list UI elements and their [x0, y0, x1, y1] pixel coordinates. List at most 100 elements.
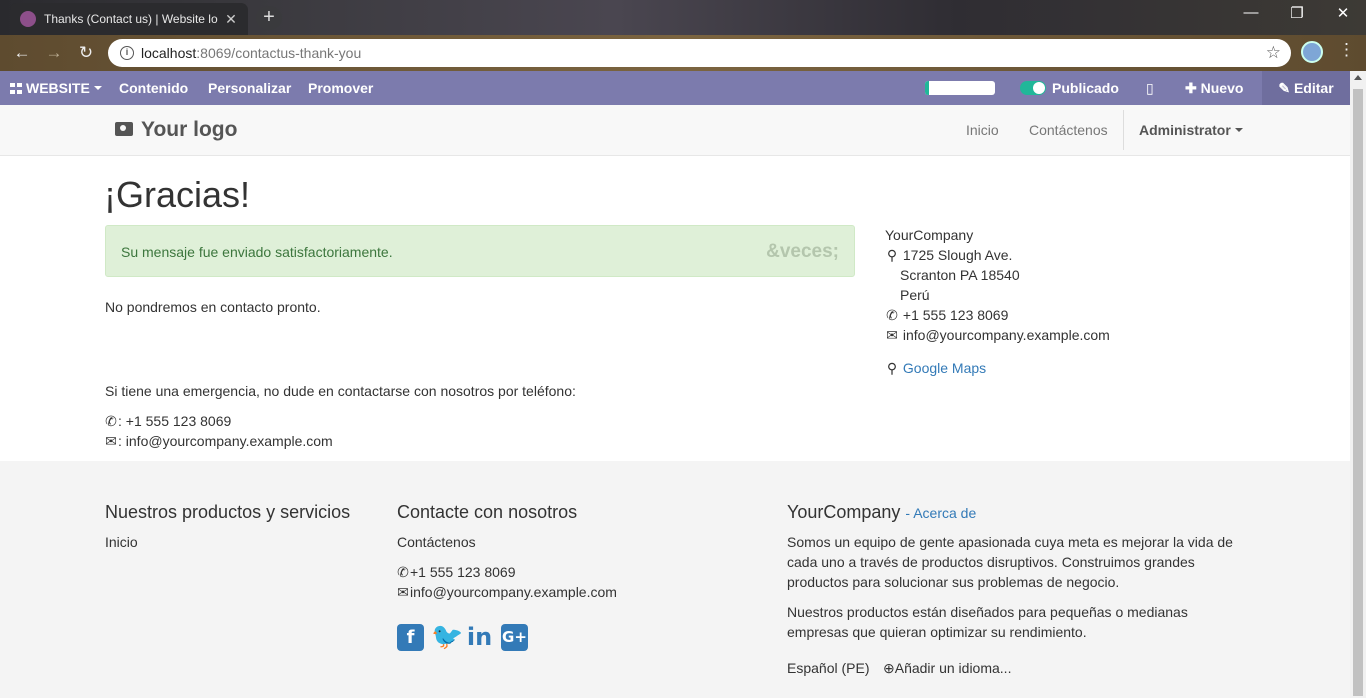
browser-tab[interactable]: Thanks (Contact us) | Website lo ✕	[10, 3, 248, 35]
alert-message: Su mensaje fue enviado satisfactoriament…	[121, 244, 393, 260]
google-maps-link[interactable]: Google Maps	[903, 360, 986, 376]
url-path: :8069/contactus-thank-you	[196, 45, 362, 61]
footer-about-line-2: cada uno a través de productos disruptiv…	[787, 554, 1195, 570]
profile-avatar[interactable]	[1301, 41, 1323, 63]
google-plus-icon[interactable]: G+	[501, 624, 528, 651]
footer-about-line-3: productos para solucionar sus problemas …	[787, 574, 1120, 590]
page-title: ¡Gracias!	[104, 174, 251, 215]
seo-progress-bar	[925, 81, 995, 95]
phone-icon: ✆	[105, 413, 117, 429]
address-bar[interactable]: i localhost:8069/contactus-thank-you ☆	[108, 39, 1291, 67]
footer-home-link[interactable]: Inicio	[105, 534, 138, 550]
twitter-icon[interactable]: 🐦	[431, 624, 463, 651]
company-phone-value: +1 555 123 8069	[902, 307, 1009, 323]
user-menu[interactable]: Administrator	[1139, 122, 1243, 138]
company-email: ✉ info@yourcompany.example.com	[885, 327, 1110, 344]
plus-icon: ✚	[1185, 80, 1197, 96]
odoo-favicon-icon	[20, 11, 36, 27]
envelope-icon: ✉	[397, 584, 409, 600]
footer-contact-title: Contacte con nosotros	[397, 502, 578, 522]
footer-about-link[interactable]: - Acerca de	[905, 505, 976, 521]
map-marker-icon: ⚲	[886, 360, 898, 376]
footer-about-line-1: Somos un equipo de gente apasionada cuya…	[787, 534, 1233, 550]
footer-email: ✉info@yourcompany.example.com	[396, 584, 617, 601]
company-street-value: 1725 Slough Ave.	[902, 247, 1013, 263]
phone-icon: ✆	[886, 307, 898, 323]
pencil-icon: ✎	[1278, 80, 1291, 96]
user-name: Administrator	[1139, 122, 1231, 138]
scrollbar-thumb[interactable]	[1353, 89, 1363, 696]
emergency-phone: ✆: +1 555 123 8069	[104, 413, 231, 430]
camera-icon	[115, 122, 133, 136]
footer-about-title: YourCompany - Acerca de	[787, 502, 976, 523]
logo-text: Your logo	[141, 118, 238, 141]
company-name: YourCompany	[885, 227, 974, 243]
url-host: localhost	[141, 45, 197, 61]
emergency-email: ✉: info@yourcompany.example.com	[104, 433, 333, 450]
footer-phone: ✆+1 555 123 8069	[396, 564, 516, 581]
linkedin-icon[interactable]: in	[466, 624, 493, 651]
reload-icon[interactable]: ↻	[74, 42, 98, 64]
website-menu[interactable]: WEBSITE	[10, 71, 102, 105]
browser-titlebar: Thanks (Contact us) | Website lo ✕ + — ❐…	[0, 0, 1366, 35]
add-language-link[interactable]: ⊕Añadir un idioma...	[883, 660, 1011, 677]
emergency-phone-value: : +1 555 123 8069	[118, 413, 232, 429]
browser-menu-icon[interactable]: ⋮	[1338, 40, 1355, 60]
success-alert: Su mensaje fue enviado satisfactoriament…	[105, 225, 855, 277]
footer-company-name: YourCompany	[787, 502, 901, 522]
new-button-label: Nuevo	[1200, 80, 1244, 96]
envelope-icon: ✉	[886, 327, 898, 343]
content-menu[interactable]: Contenido	[119, 71, 188, 105]
publish-label: Publicado	[1052, 80, 1119, 96]
site-info-icon[interactable]: i	[120, 46, 134, 60]
customize-menu[interactable]: Personalizar	[208, 71, 291, 105]
footer-about-line-5: empresas que quieran optimizar su rendim…	[787, 624, 1087, 640]
site-logo[interactable]: Your logo	[115, 118, 237, 142]
caret-down-icon	[1234, 128, 1243, 132]
close-tab-icon[interactable]: ✕	[224, 11, 238, 28]
map-marker-icon: ⚲	[886, 247, 898, 263]
contact-soon-text: No pondremos en contacto pronto.	[105, 299, 321, 315]
plus-circle-icon: ⊕	[883, 660, 895, 676]
nav-divider	[1123, 110, 1124, 150]
back-arrow-icon[interactable]: ←	[10, 42, 34, 64]
company-street: ⚲ 1725 Slough Ave.	[885, 247, 1013, 264]
company-city: Scranton PA 18540	[900, 267, 1020, 283]
new-tab-button[interactable]: +	[256, 6, 282, 30]
footer-about-line-4: Nuestros productos están diseñados para …	[787, 604, 1188, 620]
scroll-up-arrow-icon[interactable]	[1354, 75, 1362, 80]
nav-contact-link[interactable]: Contáctenos	[1029, 122, 1108, 138]
company-phone: ✆ +1 555 123 8069	[885, 307, 1008, 324]
emergency-email-value: : info@yourcompany.example.com	[118, 433, 333, 449]
bookmark-star-icon[interactable]: ☆	[1266, 43, 1281, 63]
toggle-switch-icon	[1020, 81, 1046, 95]
alert-close-button[interactable]: &veces;	[766, 241, 839, 263]
restore-window-button[interactable]: ❐	[1282, 4, 1312, 22]
forward-arrow-icon[interactable]: →	[42, 42, 66, 64]
site-header: Your logo Inicio Contáctenos Administrat…	[0, 105, 1350, 156]
company-country: Perú	[900, 287, 930, 303]
facebook-icon[interactable]: f	[397, 624, 424, 651]
new-button[interactable]: ✚ Nuevo	[1185, 71, 1243, 105]
minimize-window-button[interactable]: —	[1236, 4, 1266, 21]
caret-down-icon	[93, 86, 102, 90]
edit-button-label: Editar	[1293, 80, 1334, 96]
website-menu-label: WEBSITE	[26, 80, 90, 96]
footer-phone-value: +1 555 123 8069	[410, 564, 516, 580]
publish-toggle[interactable]: Publicado	[1020, 71, 1119, 105]
seo-progress-fill	[925, 81, 929, 95]
close-window-button[interactable]: ✕	[1328, 4, 1358, 22]
footer-contact-link[interactable]: Contáctenos	[397, 534, 476, 550]
google-maps-row: ⚲ Google Maps	[885, 360, 986, 377]
add-language-label: Añadir un idioma...	[894, 660, 1012, 676]
page-scrollbar[interactable]	[1350, 71, 1366, 698]
language-link[interactable]: Español (PE)	[787, 660, 869, 676]
promote-menu[interactable]: Promover	[308, 71, 373, 105]
apps-grid-icon	[10, 83, 22, 94]
browser-toolbar: ← → ↻ i localhost:8069/contactus-thank-y…	[0, 35, 1366, 71]
edit-button[interactable]: ✎ Editar	[1262, 71, 1350, 105]
nav-home-link[interactable]: Inicio	[966, 122, 999, 138]
odoo-admin-bar: WEBSITE Contenido Personalizar Promover …	[0, 71, 1350, 105]
emergency-text: Si tiene una emergencia, no dude en cont…	[105, 383, 576, 399]
mobile-preview-icon[interactable]: ▯	[1146, 71, 1154, 105]
